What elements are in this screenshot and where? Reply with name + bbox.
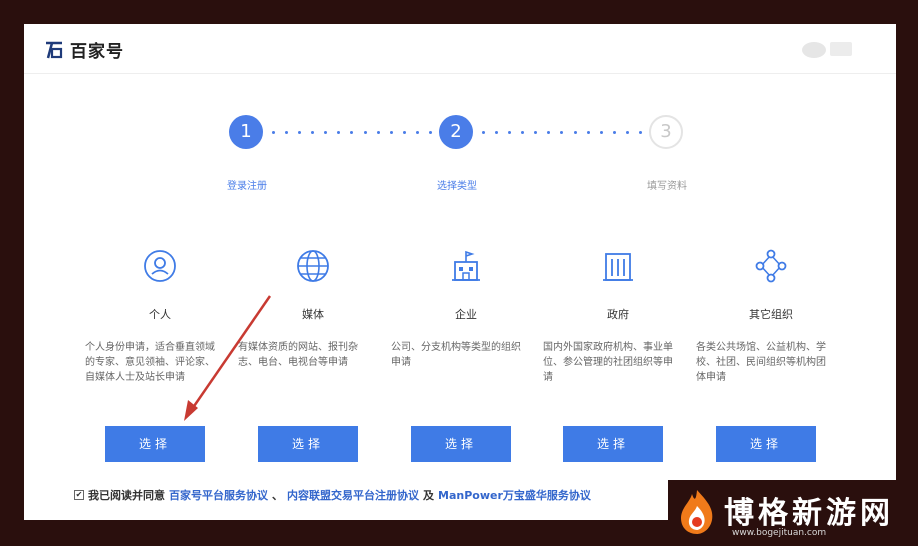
step-2-circle: 2 — [439, 115, 473, 149]
select-government-button[interactable]: 选择 — [563, 426, 663, 462]
card-description: 个人身份申请，适合垂直领域的专家、意见领袖、评论家、自媒体人士及站长申请 — [85, 342, 215, 383]
step-1-circle: 1 — [229, 115, 263, 149]
step-connector-2 — [482, 130, 642, 134]
step-1-label: 登录注册 — [227, 181, 267, 192]
card-title: 企业 — [455, 308, 477, 321]
person-icon — [144, 250, 176, 282]
watermark: 博格新游网 www.bogejituan.com — [668, 480, 918, 546]
agreement-and: 及 — [423, 489, 434, 502]
step-3-label: 填写资料 — [647, 181, 687, 192]
agreement-separator: 、 — [272, 489, 283, 502]
building-icon — [452, 250, 480, 281]
registration-stepper: 1 2 3 登录注册 选择类型 填写资料 — [24, 24, 896, 224]
select-other-org-button[interactable]: 选择 — [716, 426, 816, 462]
type-card-enterprise: 企业 公司、分支机构等类型的组织申请 选择 — [391, 244, 541, 494]
step-connector-1 — [272, 130, 432, 134]
agreement-link-manpower[interactable]: ManPower万宝盛华服务协议 — [438, 487, 591, 503]
card-description: 各类公共场馆、公益机构、学校、社团、民间组织等机构团体申请 — [696, 342, 826, 383]
agreement-link-baijiahao[interactable]: 百家号平台服务协议 — [169, 487, 268, 503]
government-icon — [603, 253, 633, 281]
card-title: 媒体 — [302, 308, 324, 321]
top-frame — [0, 0, 918, 24]
main-panel: 百家号 1 2 3 登录注册 选择类型 填写资料 个人 个人身份申请，适合垂直领… — [24, 24, 896, 520]
step-2-label: 选择类型 — [437, 181, 477, 192]
type-card-government: 政府 国内外国家政府机构、事业单位、参公管理的社团组织等申请 选择 — [543, 244, 693, 494]
type-card-personal: 个人 个人身份申请，适合垂直领域的专家、意见领袖、评论家、自媒体人士及站长申请 … — [85, 244, 235, 494]
globe-icon — [297, 250, 329, 282]
card-description: 有媒体资质的网站、报刊杂志、电台、电视台等申请 — [238, 342, 358, 368]
select-personal-button[interactable]: 选择 — [105, 426, 205, 462]
watermark-url: www.bogejituan.com — [732, 528, 827, 538]
select-media-button[interactable]: 选择 — [258, 426, 358, 462]
agreement-link-content-alliance[interactable]: 内容联盟交易平台注册协议 — [287, 487, 419, 503]
type-card-other-org: 其它组织 各类公共场馆、公益机构、学校、社团、民间组织等机构团体申请 选择 — [696, 244, 846, 494]
watermark-title: 博格新游网 — [724, 496, 894, 531]
agree-checkbox[interactable]: ✔ — [74, 490, 84, 500]
card-title: 其它组织 — [749, 308, 793, 321]
flame-logo-icon — [681, 490, 713, 534]
card-title: 个人 — [149, 308, 171, 321]
card-description: 公司、分支机构等类型的组织申请 — [391, 342, 521, 368]
agreement-row: ✔ 我已阅读并同意 百家号平台服务协议 、 内容联盟交易平台注册协议 及 Man… — [74, 487, 591, 503]
type-card-media: 媒体 有媒体资质的网站、报刊杂志、电台、电视台等申请 选择 — [238, 244, 388, 494]
agree-prefix: 我已阅读并同意 — [88, 489, 165, 502]
network-icon — [755, 249, 787, 283]
step-3-circle: 3 — [649, 115, 683, 149]
card-description: 国内外国家政府机构、事业单位、参公管理的社团组织等申请 — [543, 342, 673, 383]
select-enterprise-button[interactable]: 选择 — [411, 426, 511, 462]
card-title: 政府 — [607, 308, 629, 321]
